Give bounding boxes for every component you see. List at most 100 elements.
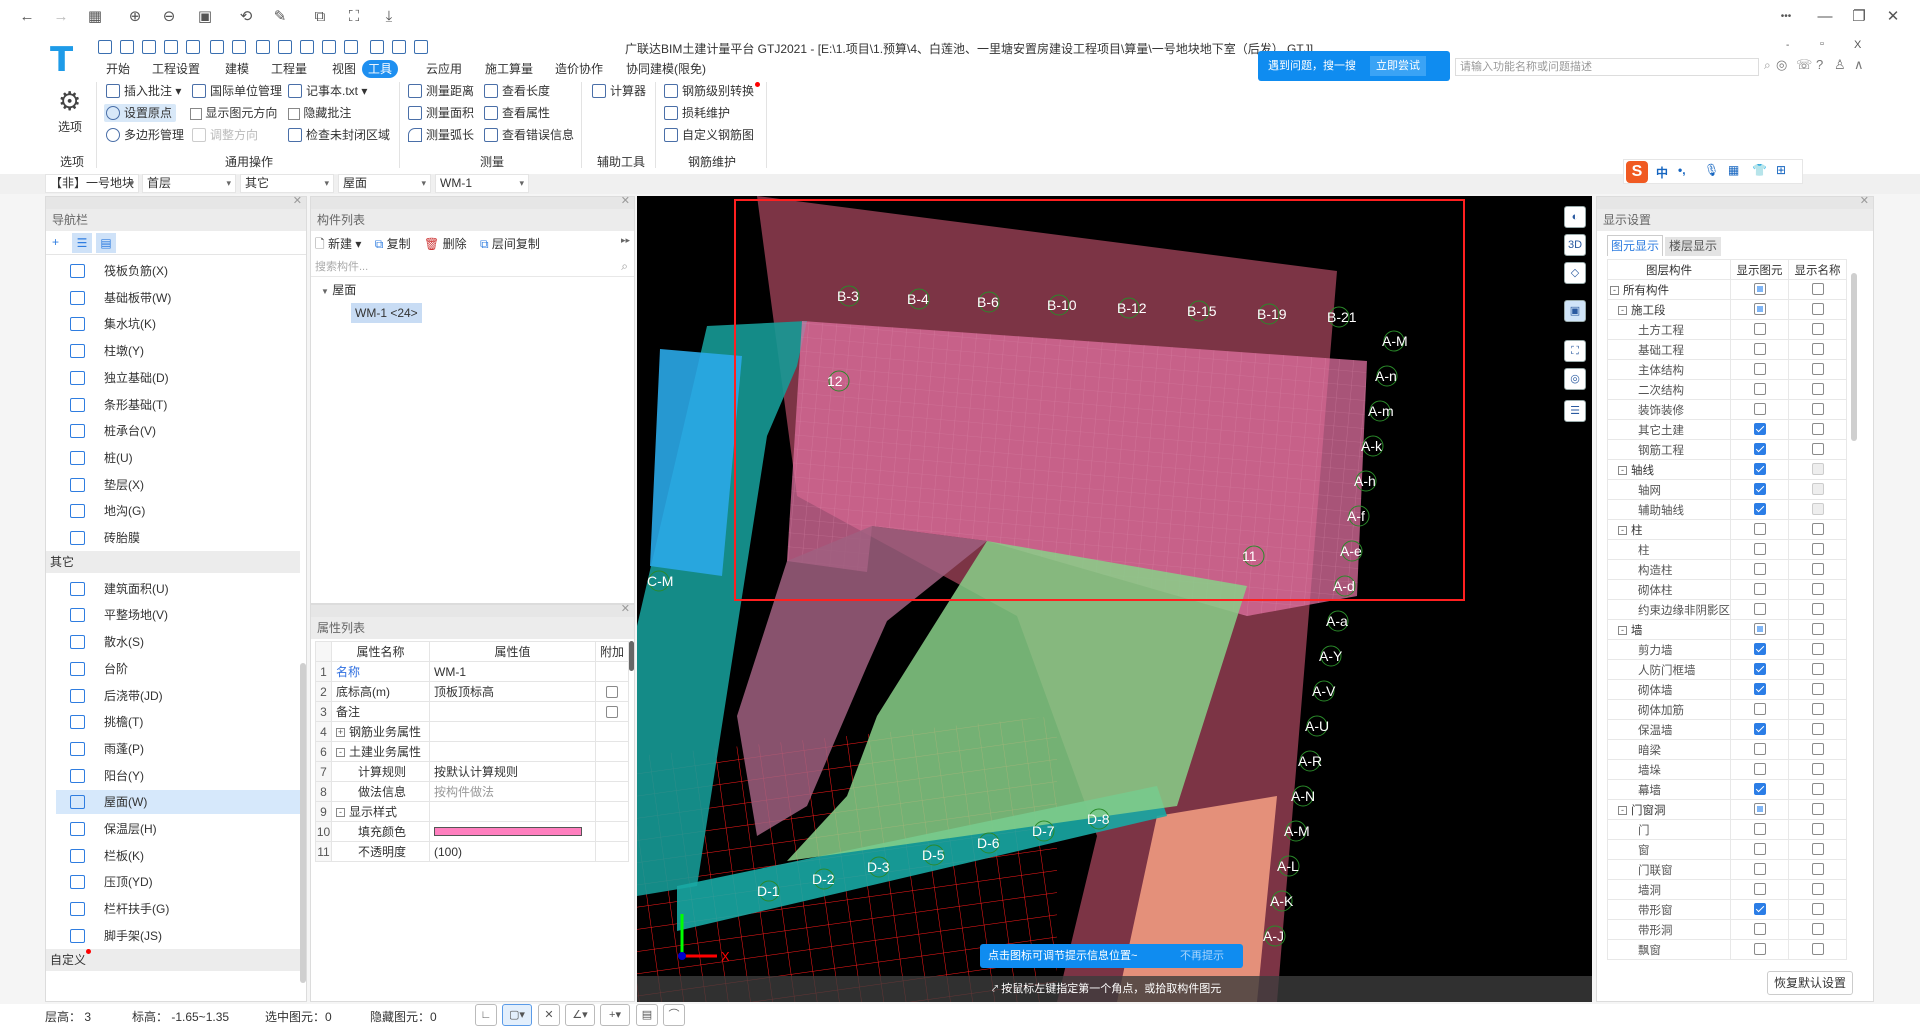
- select-rect-icon[interactable]: ▢▾: [502, 1004, 532, 1026]
- apps-grid-icon[interactable]: ▦: [86, 8, 104, 26]
- checkbox[interactable]: [190, 107, 202, 120]
- show-element-checkbox[interactable]: [1753, 743, 1766, 756]
- close-icon[interactable]: ✕: [293, 194, 302, 207]
- tab-menu[interactable]: 协同建模(限免): [620, 60, 712, 78]
- adjust-direction-button[interactable]: 调整方向: [190, 126, 258, 144]
- nav-item[interactable]: 地沟(G): [56, 499, 300, 523]
- quick-access-icon[interactable]: [256, 40, 270, 54]
- display-list-icon[interactable]: ☰: [1564, 400, 1586, 422]
- expand-icon[interactable]: ▼: [321, 287, 329, 296]
- quick-access-icon[interactable]: [186, 40, 200, 54]
- show-name-checkbox[interactable]: [1811, 563, 1824, 576]
- property-value[interactable]: [429, 701, 596, 722]
- show-element-checkbox[interactable]: [1753, 923, 1766, 936]
- collapse-icon[interactable]: -: [1610, 285, 1619, 295]
- show-name-checkbox[interactable]: [1811, 743, 1824, 756]
- close-icon[interactable]: ✕: [1884, 8, 1902, 26]
- help-icon[interactable]: ?: [1816, 57, 1823, 72]
- show-name-checkbox[interactable]: [1811, 923, 1824, 936]
- fill-color-swatch[interactable]: [434, 826, 582, 836]
- collapse-icon[interactable]: -: [1618, 805, 1627, 815]
- view-3d-icon[interactable]: 3D: [1564, 234, 1586, 256]
- property-row[interactable]: 2 底标高(m) 顶板顶标高: [315, 681, 630, 702]
- collapse-icon[interactable]: -: [1618, 625, 1627, 635]
- property-value[interactable]: 按构件做法: [429, 781, 596, 802]
- show-element-checkbox[interactable]: [1753, 783, 1766, 796]
- property-value[interactable]: 按默认计算规则: [429, 761, 596, 782]
- actual-size-icon[interactable]: ▣: [196, 8, 214, 26]
- quick-access-icon[interactable]: [120, 40, 134, 54]
- show-element-checkbox[interactable]: [1753, 503, 1766, 516]
- show-name-checkbox[interactable]: [1811, 823, 1824, 836]
- skin-icon[interactable]: ♙: [1834, 57, 1846, 73]
- show-element-checkbox[interactable]: [1753, 943, 1766, 956]
- property-value[interactable]: [429, 721, 596, 742]
- quick-access-icon[interactable]: [98, 40, 112, 54]
- show-element-checkbox[interactable]: [1753, 803, 1766, 816]
- show-name-checkbox[interactable]: [1811, 423, 1824, 436]
- show-name-checkbox[interactable]: [1811, 883, 1824, 896]
- property-row[interactable]: 11 不透明度 (100): [315, 841, 630, 862]
- property-value[interactable]: (100): [429, 841, 596, 862]
- dismiss-hint-button[interactable]: 不再提示: [1180, 944, 1224, 968]
- show-name-checkbox[interactable]: [1811, 723, 1824, 736]
- tree-node-roof[interactable]: ▼ 屋面: [321, 281, 356, 298]
- nav-item[interactable]: 柱墩(Y): [56, 339, 300, 363]
- view-cube-icon[interactable]: ◇: [1564, 262, 1586, 284]
- tree-item-wm1[interactable]: WM-1 <24>: [351, 303, 422, 323]
- tab-menu[interactable]: 云应用: [420, 60, 468, 78]
- nav-item[interactable]: 平整场地(V): [56, 603, 300, 627]
- close-icon[interactable]: ✕: [1860, 194, 1869, 207]
- microphone-icon[interactable]: 🎙: [1704, 163, 1719, 177]
- property-row[interactable]: 6- 土建业务属性: [315, 741, 630, 762]
- property-row[interactable]: 4 + 钢筋业务属性: [315, 721, 630, 742]
- canvas-drawing[interactable]: B-3 B-4 B-6 B-10 B-12 B-15 B-19 B-21 A-M A-n A-m A-…: [637, 196, 1592, 1002]
- show-element-checkbox[interactable]: [1753, 403, 1766, 416]
- collapse-icon[interactable]: -: [1618, 305, 1627, 315]
- download-icon[interactable]: ⤓: [380, 8, 398, 26]
- show-element-checkbox[interactable]: [1753, 303, 1766, 316]
- polygon-management-button[interactable]: 多边形管理: [104, 126, 184, 144]
- measure-area-button[interactable]: 测量面积: [406, 104, 474, 122]
- detail-view-icon[interactable]: ▤: [96, 233, 116, 253]
- nav-item[interactable]: 脚手架(JS): [56, 924, 300, 948]
- keyboard-icon[interactable]: ▦: [1728, 163, 1739, 177]
- ime-logo[interactable]: S: [1626, 161, 1648, 183]
- property-row[interactable]: 3 备注: [315, 701, 630, 722]
- show-name-checkbox[interactable]: [1811, 323, 1824, 336]
- user-icon[interactable]: ◎: [1776, 57, 1787, 73]
- show-element-checkbox[interactable]: [1753, 323, 1766, 336]
- quick-access-icon[interactable]: [210, 40, 224, 54]
- quick-access-icon[interactable]: [278, 40, 292, 54]
- toolbox-icon[interactable]: ⊞: [1776, 163, 1786, 177]
- nav-item[interactable]: 条形基础(T): [56, 393, 300, 417]
- show-name-checkbox[interactable]: [1811, 543, 1824, 556]
- show-element-checkbox[interactable]: [1753, 683, 1766, 696]
- ime-mode[interactable]: 中: [1656, 164, 1668, 181]
- app-logo[interactable]: T: [50, 40, 73, 80]
- block-select[interactable]: 【非】一号地块: [45, 174, 139, 193]
- new-button[interactable]: 🗋 新建 ▾: [315, 237, 361, 251]
- add-icon[interactable]: +: [52, 235, 59, 249]
- nav-item[interactable]: 保温层(H): [56, 817, 300, 841]
- ime-punct[interactable]: •,: [1678, 163, 1686, 177]
- show-name-checkbox[interactable]: [1811, 703, 1824, 716]
- show-element-checkbox[interactable]: [1753, 883, 1766, 896]
- view-rotate-icon[interactable]: ◐: [1564, 206, 1586, 228]
- property-value[interactable]: [429, 801, 596, 822]
- screenshot-icon[interactable]: ⛶: [345, 8, 363, 26]
- chat-icon[interactable]: ☏: [1796, 57, 1812, 73]
- nav-item[interactable]: 独立基础(D): [56, 366, 300, 390]
- property-row[interactable]: 9- 显示样式: [315, 801, 630, 822]
- collapse-icon[interactable]: -: [336, 808, 345, 818]
- show-element-checkbox[interactable]: [1753, 723, 1766, 736]
- view-errors-button[interactable]: 查看错误信息: [482, 126, 574, 144]
- quick-access-icon[interactable]: [300, 40, 314, 54]
- close-icon[interactable]: ✕: [621, 602, 630, 615]
- app-close-button[interactable]: X: [1854, 39, 1861, 51]
- function-search-input[interactable]: 请输入功能名称或问题描述: [1455, 58, 1759, 76]
- property-value[interactable]: [429, 741, 596, 762]
- checkbox[interactable]: [288, 107, 300, 120]
- tab-menu[interactable]: 视图: [326, 60, 362, 78]
- reset-default-button[interactable]: 恢复默认设置: [1767, 971, 1853, 995]
